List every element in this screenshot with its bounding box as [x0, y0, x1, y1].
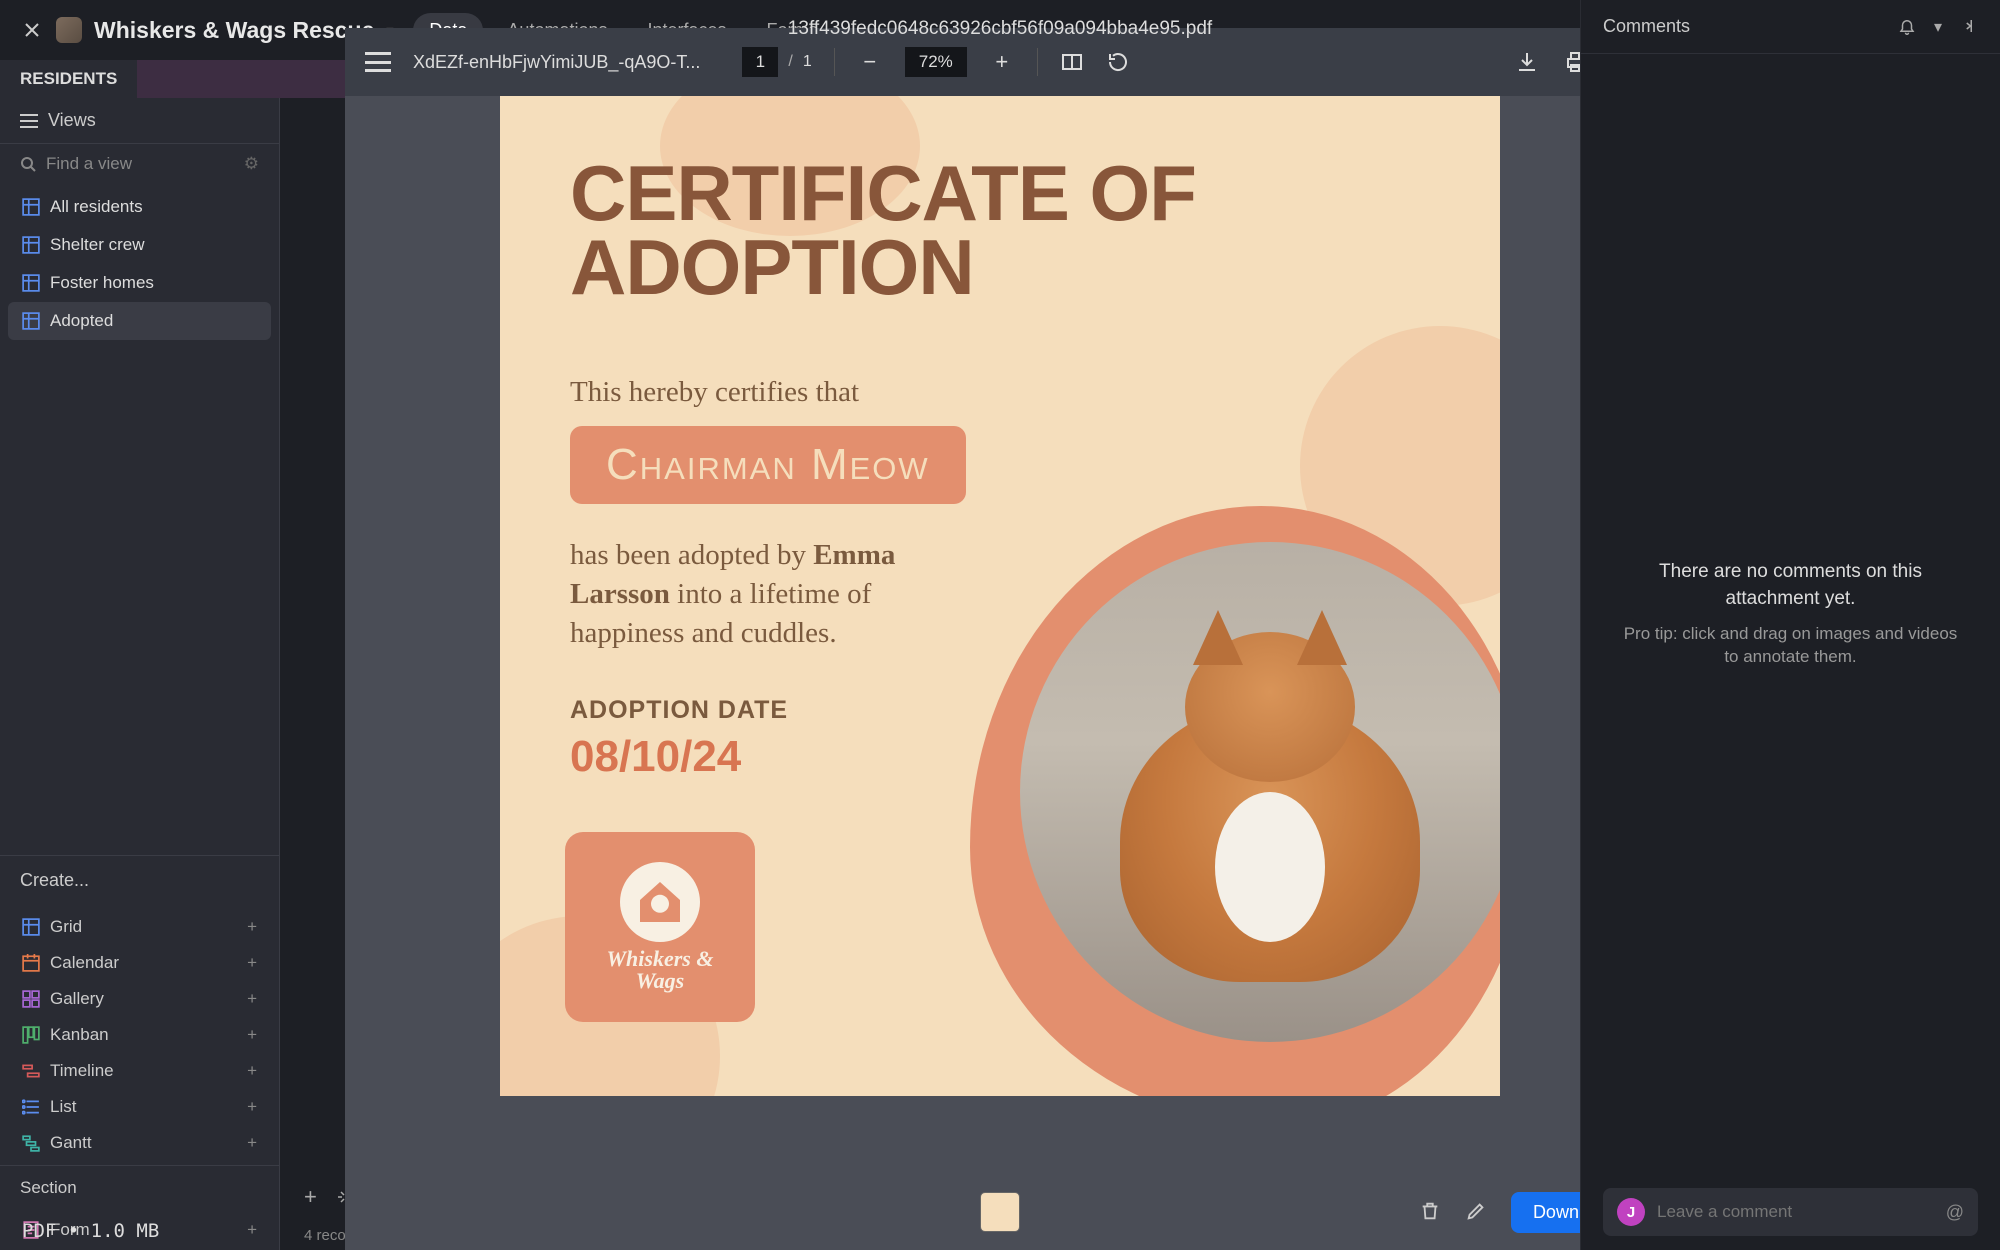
page-input[interactable]: [742, 47, 778, 77]
workspace-logo: [56, 17, 82, 43]
delete-icon[interactable]: [1419, 1200, 1443, 1224]
create-gallery[interactable]: Gallery+: [8, 981, 271, 1017]
table-tab-residents[interactable]: RESIDENTS: [0, 60, 137, 98]
divider: [834, 48, 835, 76]
comments-empty-tip: Pro tip: click and drag on images and vi…: [1621, 623, 1960, 669]
adoption-date: 08/10/24: [570, 732, 741, 782]
zoom-in-icon[interactable]: +: [989, 49, 1015, 75]
pdf-filename-header: 13ff439fedc0648c63926cbf56f09a094bba4e95…: [788, 18, 1212, 40]
view-shelter-crew[interactable]: Shelter crew: [8, 226, 271, 264]
view-adopted[interactable]: Adopted: [8, 302, 271, 340]
view-label: Shelter crew: [50, 235, 144, 255]
pdf-page: CERTIFICATE OF ADOPTION This hereby cert…: [500, 96, 1500, 1096]
create-gantt[interactable]: Gantt+: [8, 1125, 271, 1161]
zoom-out-icon[interactable]: −: [857, 49, 883, 75]
pdf-viewer-filename: XdEZf-enHbFjwYimiJUB_-qA9O-T...: [413, 52, 700, 73]
view-search[interactable]: Find a view ⚙: [0, 144, 279, 184]
hamburger-icon[interactable]: [365, 52, 391, 72]
create-list[interactable]: List+: [8, 1089, 271, 1125]
search-placeholder: Find a view: [46, 154, 132, 174]
bell-icon[interactable]: [1898, 17, 1916, 37]
view-label: Adopted: [50, 311, 113, 331]
create-grid[interactable]: Grid+: [8, 909, 271, 945]
rotate-icon[interactable]: [1106, 50, 1130, 74]
create-calendar[interactable]: Calendar+: [8, 945, 271, 981]
section-row[interactable]: Section: [0, 1165, 279, 1210]
collapse-panel-icon[interactable]: [1960, 17, 1978, 37]
org-logo: Whiskers &Wags: [565, 832, 755, 1022]
close-icon[interactable]: [20, 18, 44, 42]
add-row-icon[interactable]: +: [304, 1184, 317, 1210]
create-kanban[interactable]: Kanban+: [8, 1017, 271, 1053]
pet-name: Chairman Meow: [606, 440, 930, 490]
divider: [1037, 48, 1038, 76]
zoom-display: 72%: [905, 47, 967, 77]
date-label: ADOPTION DATE: [570, 696, 788, 725]
settings-icon[interactable]: ⚙: [244, 154, 259, 174]
view-foster-homes[interactable]: Foster homes: [8, 264, 271, 302]
page-sep: /: [788, 53, 792, 71]
pet-photo: [970, 506, 1500, 1096]
views-label: Views: [48, 110, 96, 131]
view-label: All residents: [50, 197, 143, 217]
certificate-title: CERTIFICATE OF ADOPTION: [570, 156, 1196, 304]
avatar: J: [1617, 1198, 1645, 1226]
create-header[interactable]: Create...: [0, 855, 279, 905]
fit-page-icon[interactable]: [1060, 50, 1084, 74]
certify-text: This hereby certifies that: [570, 376, 859, 409]
views-toggle[interactable]: Views: [0, 98, 279, 144]
create-timeline[interactable]: Timeline+: [8, 1053, 271, 1089]
chevron-down-icon[interactable]: ▾: [1934, 17, 1942, 37]
mention-icon[interactable]: @: [1946, 1202, 1964, 1223]
workspace-title: Whiskers & Wags Rescue: [94, 17, 374, 44]
page-total: 1: [803, 53, 812, 71]
view-all-residents[interactable]: All residents: [8, 188, 271, 226]
comment-input[interactable]: [1657, 1202, 1934, 1222]
certificate-body: has been adopted by Emma Larsson into a …: [570, 536, 990, 653]
view-label: Foster homes: [50, 273, 154, 293]
pet-name-badge: Chairman Meow: [570, 426, 966, 504]
comments-title: Comments: [1603, 16, 1690, 37]
download-icon[interactable]: [1515, 50, 1539, 74]
file-meta: PDF • 1.0 MB: [22, 1220, 159, 1242]
edit-icon[interactable]: [1465, 1200, 1489, 1224]
comments-empty-title: There are no comments on this attachment…: [1621, 559, 1960, 612]
page-thumbnail[interactable]: [980, 1192, 1020, 1232]
